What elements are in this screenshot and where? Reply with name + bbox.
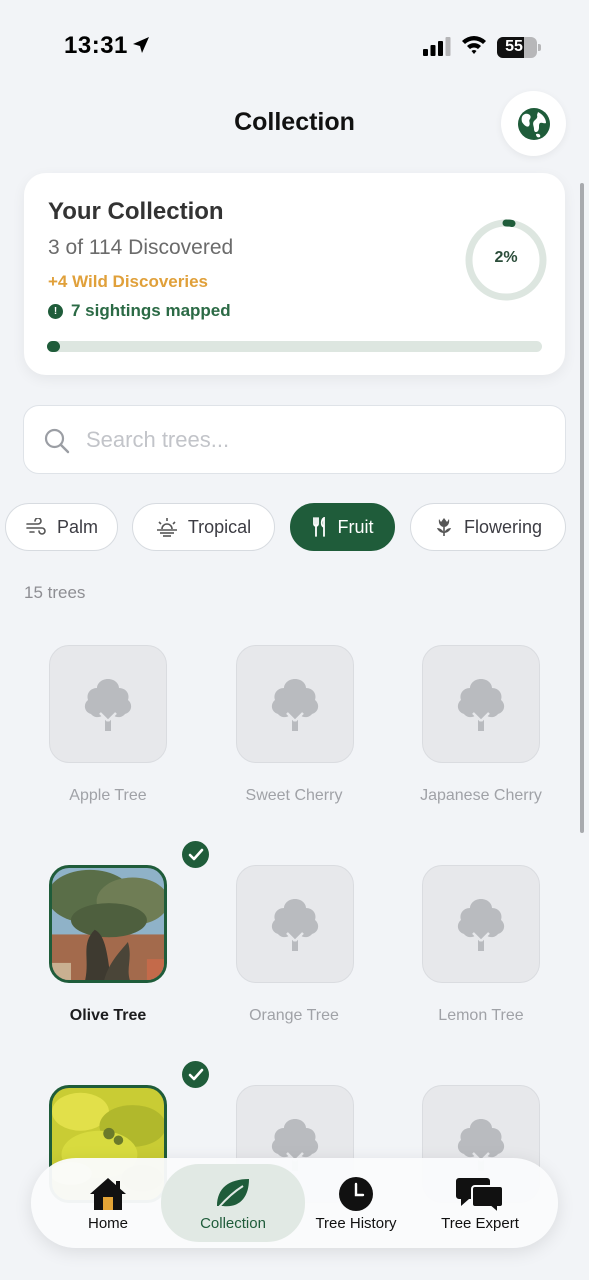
tab-label: Tree Expert	[441, 1215, 519, 1232]
collection-summary-card: Your Collection 3 of 114 Discovered +4 W…	[24, 173, 565, 375]
clock-icon	[339, 1177, 373, 1211]
olive-tree-photo	[52, 868, 164, 980]
filter-chip-label: Palm	[56, 516, 98, 537]
tree-tile[interactable]	[49, 865, 167, 983]
wind-icon	[26, 518, 46, 535]
tab-bar: Home Collection Tree History Tree Expert	[31, 1158, 558, 1248]
location-arrow-icon	[133, 37, 149, 53]
progress-fill	[47, 341, 60, 352]
tree-icon	[84, 679, 132, 731]
fork-knife-icon	[312, 517, 325, 537]
collection-progress-bar	[47, 341, 542, 352]
leaf-icon	[217, 1179, 249, 1208]
tab-home[interactable]: Home	[48, 1164, 168, 1242]
search-icon	[44, 428, 70, 454]
discovered-count: 3 of 114 Discovered	[48, 236, 234, 259]
filter-chip-fruit[interactable]: Fruit	[290, 503, 395, 551]
filter-chip-label: Flowering	[463, 516, 543, 537]
globe-icon	[517, 107, 550, 140]
tree-tile[interactable]	[422, 865, 540, 983]
cellular-signal-icon	[423, 37, 451, 56]
status-time: 13:31	[64, 32, 128, 59]
wild-discoveries: +4 Wild Discoveries	[48, 272, 209, 291]
discovered-check-badge	[182, 1061, 209, 1088]
sightings-label: 7 sightings mapped	[71, 301, 231, 320]
chat-bubbles-icon	[456, 1178, 504, 1214]
tulip-icon	[436, 518, 451, 536]
progress-percent: 2%	[494, 249, 518, 266]
filter-chip-palm[interactable]: Palm	[5, 503, 118, 551]
sightings-mapped: ! 7 sightings mapped	[48, 301, 231, 321]
tab-collection[interactable]: Collection	[161, 1164, 305, 1242]
globe-button[interactable]	[501, 91, 566, 156]
tree-name: Olive Tree	[69, 1007, 147, 1024]
tree-tile[interactable]	[236, 865, 354, 983]
battery-level: 55	[505, 38, 523, 55]
status-bar: 13:31 55	[0, 0, 589, 90]
tab-label: Home	[87, 1215, 128, 1232]
filter-chip-flowering[interactable]: Flowering	[410, 503, 566, 551]
summary-title: Your Collection	[48, 198, 224, 225]
tree-name: Apple Tree	[69, 787, 147, 804]
checkmark-icon	[188, 848, 203, 860]
tree-icon	[271, 899, 319, 951]
tab-label: Tree History	[315, 1215, 397, 1232]
tree-tile[interactable]	[236, 645, 354, 763]
discovered-check-badge	[182, 841, 209, 868]
scrollbar[interactable]	[580, 183, 584, 833]
battery-icon: 55	[497, 37, 541, 58]
sunrise-icon	[156, 518, 177, 537]
tree-name: Lemon Tree	[438, 1007, 524, 1024]
search-box[interactable]	[23, 405, 566, 474]
search-input[interactable]	[86, 420, 546, 460]
tree-name: Sweet Cherry	[245, 787, 343, 804]
wifi-icon	[462, 36, 486, 54]
pin-icon: !	[48, 303, 63, 319]
tree-icon	[457, 899, 505, 951]
filter-chip-label: Tropical	[187, 516, 252, 537]
tree-tile[interactable]	[49, 645, 167, 763]
tree-icon	[457, 679, 505, 731]
tree-count: 15 trees	[24, 583, 86, 602]
tab-tree-history[interactable]: Tree History	[303, 1164, 409, 1242]
filter-chips: Palm Tropical Fruit Flowering	[5, 503, 589, 551]
checkmark-icon	[188, 1068, 203, 1080]
filter-chip-label: Fruit	[337, 516, 374, 537]
house-icon	[90, 1178, 126, 1210]
filter-chip-tropical[interactable]: Tropical	[132, 503, 275, 551]
tree-name: Orange Tree	[249, 1007, 339, 1024]
tab-tree-expert[interactable]: Tree Expert	[425, 1164, 535, 1242]
tree-tile[interactable]	[422, 645, 540, 763]
tree-icon	[271, 679, 319, 731]
tab-label: Collection	[200, 1215, 266, 1232]
tree-name: Japanese Cherry	[420, 787, 542, 804]
